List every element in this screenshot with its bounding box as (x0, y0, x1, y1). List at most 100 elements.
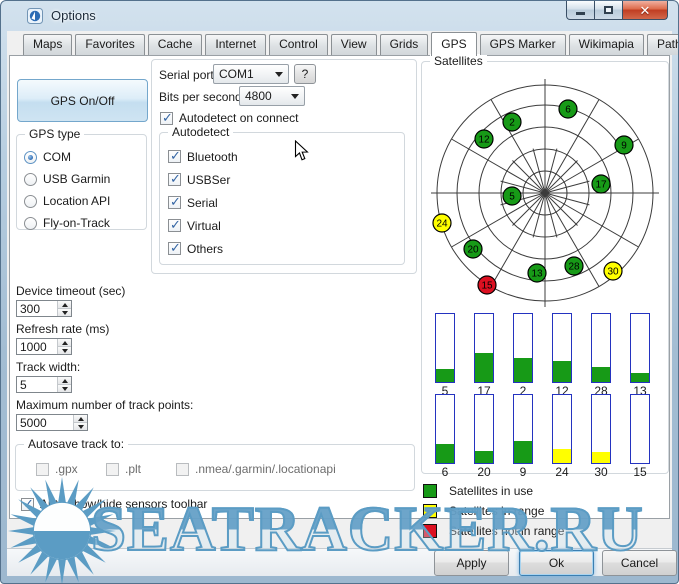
ok-button[interactable]: Ok (519, 550, 594, 576)
checkbox-label: .gpx (55, 462, 78, 476)
checkbox-icon[interactable] (106, 463, 119, 476)
spinner-arrows[interactable] (57, 339, 71, 354)
spinner-input[interactable]: 5000 (16, 414, 88, 431)
svg-text:28: 28 (568, 262, 580, 273)
serial-port-combo[interactable]: COM1 (213, 64, 289, 84)
apply-button-label: Apply (456, 556, 486, 570)
sensors-toolbar-label: Auto show/hide sensors toolbar (40, 497, 207, 511)
radio-label: USB Garmin (43, 172, 110, 186)
title-bar[interactable]: Options ✕ (1, 1, 678, 31)
tab-wikimapia[interactable]: Wikimapia (569, 34, 644, 55)
tab-grids[interactable]: Grids (380, 34, 429, 55)
spin-up-button[interactable] (58, 301, 71, 309)
signal-bar (435, 394, 455, 464)
autosave-group: Autosave track to: .gpx.plt.nmea/.garmin… (15, 444, 415, 491)
spinner-arrows[interactable] (73, 415, 87, 430)
tab-gps[interactable]: GPS (431, 32, 476, 56)
numeric-field: Track width:5 (16, 360, 216, 393)
checkbox-icon[interactable] (160, 112, 173, 125)
radio-label: Fly-on-Track (43, 216, 110, 230)
radio-option[interactable]: Location API (24, 190, 110, 212)
spin-up-button[interactable] (58, 339, 71, 347)
cancel-button[interactable]: Cancel (602, 550, 677, 576)
spin-down-button[interactable] (58, 347, 71, 354)
checkbox-label: Bluetooth (187, 150, 238, 164)
tab-gps-marker[interactable]: GPS Marker (480, 34, 566, 55)
spin-up-button[interactable] (58, 377, 71, 385)
signal-bar (552, 313, 572, 383)
spin-down-button[interactable] (58, 309, 71, 316)
tab-view[interactable]: View (331, 34, 377, 55)
help-button[interactable]: ? (294, 64, 316, 84)
checkbox-icon[interactable] (36, 463, 49, 476)
checkbox-option[interactable]: Virtual (168, 214, 238, 237)
checkbox-icon[interactable] (168, 150, 181, 163)
legend-item: Satellites not in range (423, 524, 564, 538)
maximize-button[interactable] (594, 1, 623, 20)
radio-icon[interactable] (24, 195, 37, 208)
spinner-input[interactable]: 1000 (16, 338, 72, 355)
spinner-arrows[interactable] (57, 377, 71, 392)
signal-bar-fill (553, 449, 571, 463)
checkbox-icon[interactable] (168, 242, 181, 255)
tab-internet[interactable]: Internet (205, 34, 266, 55)
signal-bar (435, 313, 455, 383)
signal-bar-fill (514, 358, 532, 382)
help-button-label: ? (302, 67, 309, 81)
spinner-arrows[interactable] (57, 301, 71, 316)
checkbox-option[interactable]: USBSer (168, 168, 238, 191)
minimize-icon (576, 12, 585, 15)
tab-favorites[interactable]: Favorites (75, 34, 144, 55)
signal-bar-prn: 24 (546, 465, 578, 479)
checkbox-option[interactable]: Bluetooth (168, 145, 238, 168)
minimize-button[interactable] (566, 1, 595, 20)
checkbox-option[interactable]: Serial (168, 191, 238, 214)
spinner-value: 5000 (17, 415, 73, 430)
signal-bar-prn: 9 (507, 465, 539, 479)
checkbox-option[interactable]: .gpx (36, 462, 106, 476)
spin-up-button[interactable] (74, 415, 87, 423)
tab-cache[interactable]: Cache (148, 34, 203, 55)
spin-down-button[interactable] (74, 423, 87, 430)
signal-bar (513, 313, 533, 383)
checkbox-icon[interactable] (176, 463, 189, 476)
checkbox-option[interactable]: .plt (106, 462, 176, 476)
autodetect-on-connect-checkbox[interactable]: Autodetect on connect (160, 111, 298, 125)
gps-on-off-button[interactable]: GPS On/Off (17, 79, 148, 122)
tab-paths[interactable]: Paths (647, 34, 679, 55)
spinner-input[interactable]: 5 (16, 376, 72, 393)
radio-option[interactable]: USB Garmin (24, 168, 110, 190)
svg-text:9: 9 (621, 141, 627, 152)
radio-icon[interactable] (24, 173, 37, 186)
radio-icon[interactable] (24, 217, 37, 230)
radio-icon[interactable] (24, 151, 37, 164)
spin-down-button[interactable] (58, 385, 71, 392)
tab-maps[interactable]: Maps (23, 34, 72, 55)
legend-label: Satellites in use (449, 484, 533, 498)
legend-label: Satellites in range (449, 504, 544, 518)
tab-control[interactable]: Control (269, 34, 328, 55)
satellite-dot: 15 (478, 276, 496, 294)
radio-option[interactable]: COM (24, 146, 110, 168)
checkbox-icon[interactable] (168, 173, 181, 186)
radio-option[interactable]: Fly-on-Track (24, 212, 110, 234)
window-title: Options (51, 8, 96, 23)
checkbox-icon[interactable] (168, 219, 181, 232)
checkbox-option[interactable]: Others (168, 237, 238, 260)
signal-bar-fill (592, 367, 610, 382)
checkbox-label: Virtual (187, 219, 221, 233)
chevron-down-icon (275, 72, 283, 77)
checkbox-option[interactable]: .nmea/.garmin/.locationapi (176, 462, 336, 476)
svg-text:20: 20 (467, 245, 479, 256)
maximize-icon (604, 6, 613, 14)
checkbox-icon[interactable] (168, 196, 181, 209)
bits-per-second-combo[interactable]: 4800 (239, 86, 305, 106)
signal-bar (591, 394, 611, 464)
radio-label: COM (43, 150, 71, 164)
close-button[interactable]: ✕ (622, 1, 668, 20)
sensors-toolbar-checkbox[interactable]: Auto show/hide sensors toolbar (21, 497, 207, 511)
spinner-input[interactable]: 300 (16, 300, 72, 317)
checkbox-icon[interactable] (21, 498, 34, 511)
apply-button[interactable]: Apply (434, 550, 509, 576)
svg-text:2: 2 (509, 118, 515, 129)
